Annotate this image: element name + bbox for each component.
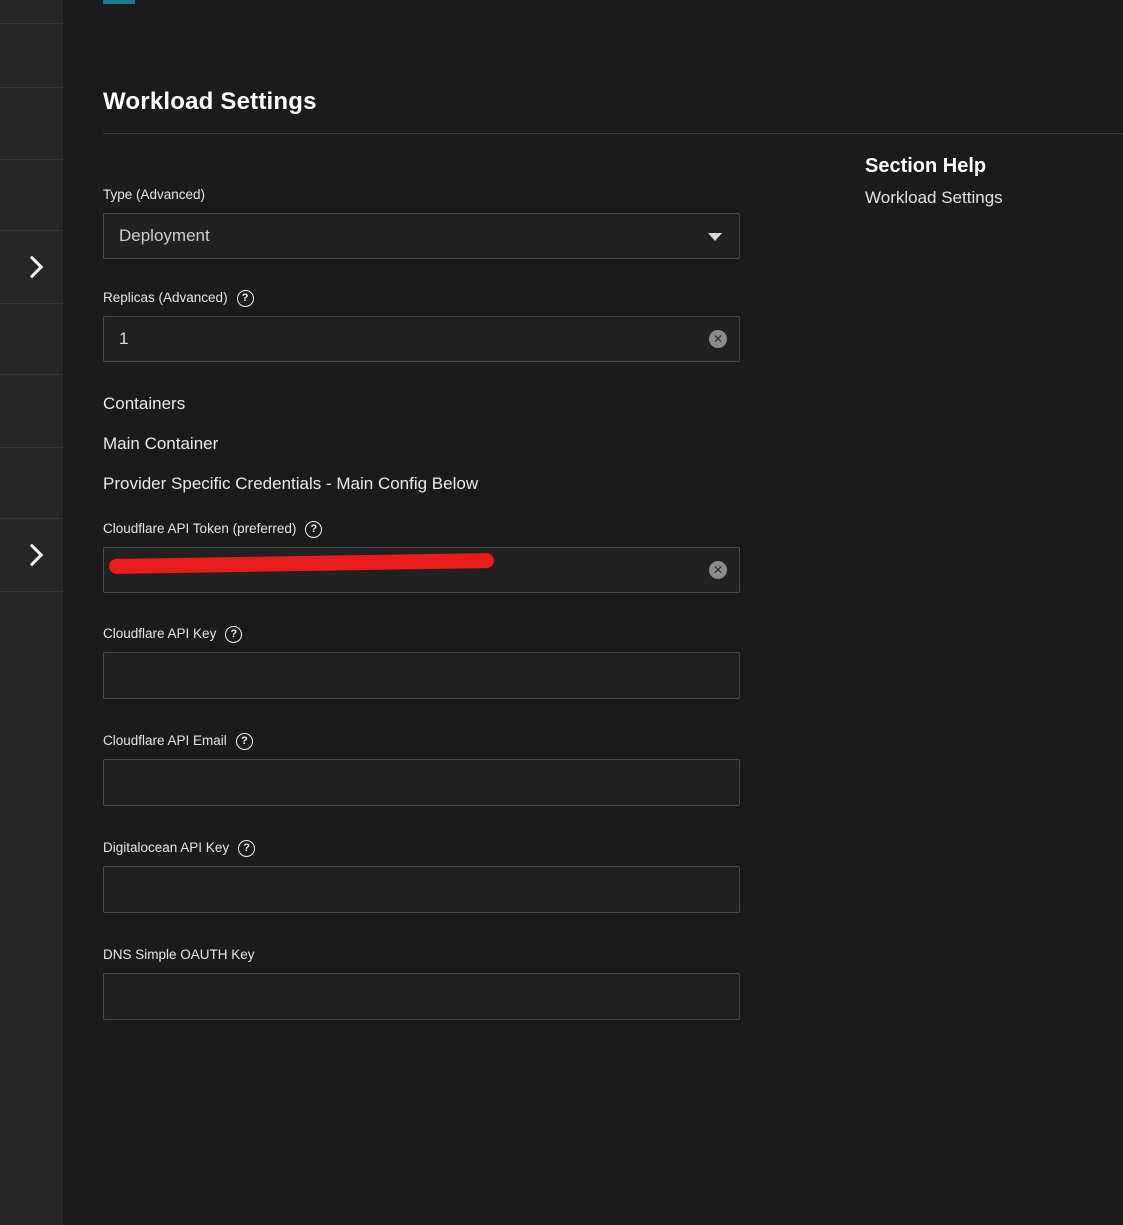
- field-label-cloudflare-api-key: Cloudflare API Key: [103, 625, 216, 643]
- clear-circle-icon[interactable]: ✕: [709, 330, 727, 348]
- field-digitalocean-api-key: Digitalocean API Key ?: [103, 839, 743, 913]
- page-title: Workload Settings: [103, 88, 317, 116]
- question-mark-icon[interactable]: ?: [305, 521, 322, 538]
- sidebar-item-nav-row-2[interactable]: [0, 24, 63, 88]
- heading-provider-credentials: Provider Specific Credentials - Main Con…: [103, 474, 743, 494]
- question-mark-icon[interactable]: ?: [236, 733, 253, 750]
- field-replicas-advanced: Replicas (Advanced) ? 1 ✕: [103, 289, 743, 362]
- replicas-value: 1: [104, 329, 128, 349]
- sidebar-item-nav-row-4[interactable]: [0, 160, 63, 231]
- chevron-down-icon[interactable]: [708, 233, 722, 241]
- question-mark-icon[interactable]: ?: [237, 290, 254, 307]
- heading-containers: Containers: [103, 394, 743, 414]
- settings-form: Type (Advanced) Deployment Replicas (Adv…: [103, 186, 743, 1046]
- sidebar-item-nav-row-6[interactable]: [0, 304, 63, 375]
- chevron-right-icon: [20, 256, 43, 279]
- redaction-mark: [109, 553, 494, 574]
- cloudflare-api-key-input[interactable]: [103, 652, 740, 699]
- clear-circle-icon[interactable]: ✕: [709, 561, 727, 579]
- section-help-title: Section Help: [865, 155, 1123, 178]
- cloudflare-api-token-input[interactable]: ✕: [103, 547, 740, 593]
- sidebar-item-nav-row-9[interactable]: [0, 519, 63, 592]
- field-type-advanced: Type (Advanced) Deployment: [103, 186, 743, 259]
- chevron-right-icon: [20, 544, 43, 567]
- type-advanced-value: Deployment: [104, 226, 210, 246]
- cloudflare-api-email-input[interactable]: [103, 759, 740, 806]
- section-help-panel: Section Help Workload Settings: [865, 155, 1123, 208]
- sidebar-nav: [0, 0, 63, 1225]
- main-content: Workload Settings Section Help Workload …: [63, 0, 1123, 1225]
- heading-main-container: Main Container: [103, 434, 743, 454]
- dns-simple-oauth-key-input[interactable]: [103, 973, 740, 1020]
- field-label-dns-simple-oauth-key: DNS Simple OAUTH Key: [103, 946, 255, 964]
- field-cloudflare-api-email: Cloudflare API Email ?: [103, 732, 743, 806]
- replicas-input[interactable]: 1 ✕: [103, 316, 740, 362]
- sidebar-item-nav-row-1[interactable]: [0, 0, 63, 24]
- field-dns-simple-oauth-key: DNS Simple OAUTH Key: [103, 946, 743, 1020]
- sidebar-item-nav-row-7[interactable]: [0, 375, 63, 448]
- sidebar-item-nav-row-5[interactable]: [0, 231, 63, 304]
- active-tab-accent-bar: [103, 0, 135, 4]
- field-label-digitalocean-api-key: Digitalocean API Key: [103, 839, 229, 857]
- sidebar-item-nav-row-8[interactable]: [0, 448, 63, 519]
- question-mark-icon[interactable]: ?: [225, 626, 242, 643]
- digitalocean-api-key-input[interactable]: [103, 866, 740, 913]
- field-label-cloudflare-api-email: Cloudflare API Email: [103, 732, 227, 750]
- field-label-cloudflare-api-token: Cloudflare API Token (preferred): [103, 520, 296, 538]
- sidebar-item-nav-row-10[interactable]: [0, 592, 63, 1225]
- type-advanced-select[interactable]: Deployment: [103, 213, 740, 259]
- field-cloudflare-api-token: Cloudflare API Token (preferred) ? ✕: [103, 520, 743, 593]
- title-divider: [103, 133, 1123, 134]
- section-help-body: Workload Settings: [865, 188, 1123, 208]
- sidebar-item-nav-row-3[interactable]: [0, 88, 63, 160]
- field-label-type-advanced: Type (Advanced): [103, 186, 205, 204]
- question-mark-icon[interactable]: ?: [238, 840, 255, 857]
- field-label-replicas-advanced: Replicas (Advanced): [103, 289, 228, 307]
- field-cloudflare-api-key: Cloudflare API Key ?: [103, 625, 743, 699]
